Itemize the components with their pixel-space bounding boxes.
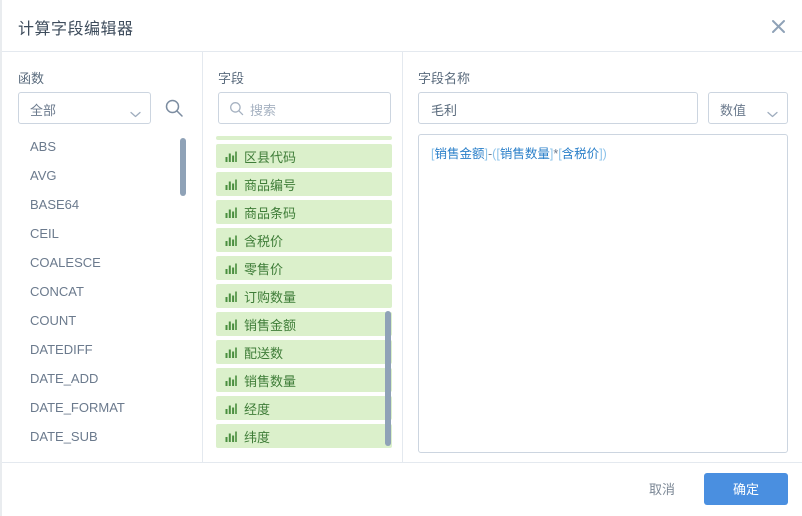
field-list-item[interactable]: 配送数: [216, 340, 392, 364]
field-list-item[interactable]: 订购数量: [216, 284, 392, 308]
field-list-item[interactable]: 零售价: [216, 256, 392, 280]
field-type-value: 数值: [720, 103, 747, 118]
expression-token-field: 含税价: [561, 147, 600, 161]
column-divider-right: [402, 52, 403, 462]
field-list-item[interactable]: 纬度: [216, 424, 392, 448]
expression-token-field: 销售数量: [499, 147, 550, 161]
function-list-item[interactable]: COALESCE: [2, 248, 202, 277]
chevron-down-icon: [767, 105, 778, 123]
fields-label: 字段: [218, 71, 245, 86]
expression-editor[interactable]: [销售金额]-([销售数量]*[含税价]): [418, 134, 788, 453]
field-item-partial: [216, 136, 392, 140]
field-list-item[interactable]: 含税价: [216, 228, 392, 252]
bar-chart-icon: [225, 430, 237, 442]
function-category-select[interactable]: 全部: [18, 92, 151, 124]
footer-divider: [2, 462, 802, 463]
field-list-item-label: 商品编号: [244, 177, 297, 193]
field-list-item-label: 订购数量: [244, 289, 297, 305]
field-name-value: 毛利: [431, 103, 458, 118]
bar-chart-icon: [225, 290, 237, 302]
field-list-item[interactable]: 区县代码: [216, 144, 392, 168]
function-search-icon[interactable]: [164, 98, 184, 118]
function-list-item[interactable]: CEIL: [2, 219, 202, 248]
chevron-down-icon: [130, 105, 141, 123]
function-list-item[interactable]: DATE_ADD: [2, 364, 202, 393]
field-list-item[interactable]: 商品编号: [216, 172, 392, 196]
expression-token-brk: ): [602, 147, 607, 161]
field-list-item-label: 含税价: [244, 233, 284, 249]
field-list-item-label: 区县代码: [244, 149, 297, 165]
function-list-item[interactable]: CONCAT: [2, 277, 202, 306]
column-divider-left: [202, 52, 203, 462]
function-list-item[interactable]: AVG: [2, 161, 202, 190]
bar-chart-icon: [225, 234, 237, 246]
confirm-button[interactable]: 确定: [704, 473, 788, 505]
field-name-input[interactable]: 毛利: [418, 92, 698, 124]
bar-chart-icon: [225, 374, 237, 386]
field-search-placeholder: 搜索: [250, 103, 277, 118]
field-list-item[interactable]: 销售数量: [216, 368, 392, 392]
field-name-label: 字段名称: [418, 71, 471, 86]
bar-chart-icon: [225, 150, 237, 162]
calculated-field-editor-dialog: 计算字段编辑器 函数 全部 ABS AVG BASE64 CEIL COALESCE CO…: [0, 0, 802, 516]
field-list-item[interactable]: 经度: [216, 396, 392, 420]
expression-text: [销售金额]-([销售数量]*[含税价]): [431, 145, 777, 163]
cancel-button[interactable]: 取消: [636, 474, 688, 504]
bar-chart-icon: [225, 402, 237, 414]
field-list-item-label: 零售价: [244, 261, 284, 277]
function-list-item[interactable]: COUNT: [2, 306, 202, 335]
search-icon: [229, 101, 244, 121]
field-search-input[interactable]: 搜索: [218, 92, 391, 124]
field-list-item-label: 销售数量: [244, 373, 297, 389]
function-list-item[interactable]: ABS: [2, 132, 202, 161]
function-list-item[interactable]: DATEDIFF: [2, 335, 202, 364]
field-type-select[interactable]: 数值: [708, 92, 788, 124]
function-list-item[interactable]: DATE_FORMAT: [2, 393, 202, 422]
field-list[interactable]: 区县代码商品编号商品条码含税价零售价订购数量销售金额配送数销售数量经度纬度: [216, 136, 392, 452]
field-list-scrollbar[interactable]: [385, 311, 391, 446]
dialog-header: 计算字段编辑器: [2, 0, 802, 52]
field-list-item-label: 销售金额: [244, 317, 297, 333]
function-list-item[interactable]: BASE64: [2, 190, 202, 219]
dialog-title: 计算字段编辑器: [18, 21, 134, 38]
field-list-item[interactable]: 商品条码: [216, 200, 392, 224]
expression-token-field: 销售金额: [434, 147, 485, 161]
functions-label: 函数: [18, 71, 45, 86]
field-list-item-label: 配送数: [244, 345, 284, 361]
bar-chart-icon: [225, 318, 237, 330]
function-list-scrollbar[interactable]: [180, 138, 186, 196]
field-list-item-label: 经度: [244, 401, 271, 417]
bar-chart-icon: [225, 206, 237, 218]
field-list-item-label: 商品条码: [244, 205, 297, 221]
bar-chart-icon: [225, 262, 237, 274]
bar-chart-icon: [225, 178, 237, 190]
close-icon[interactable]: [765, 13, 791, 39]
field-list-item[interactable]: 销售金额: [216, 312, 392, 336]
function-list-item[interactable]: DATE_SUB: [2, 422, 202, 451]
function-category-value: 全部: [30, 103, 57, 118]
bar-chart-icon: [225, 346, 237, 358]
function-list[interactable]: ABS AVG BASE64 CEIL COALESCE CONCAT COUNT DATED…: [2, 132, 202, 454]
field-list-item-label: 纬度: [244, 429, 271, 445]
